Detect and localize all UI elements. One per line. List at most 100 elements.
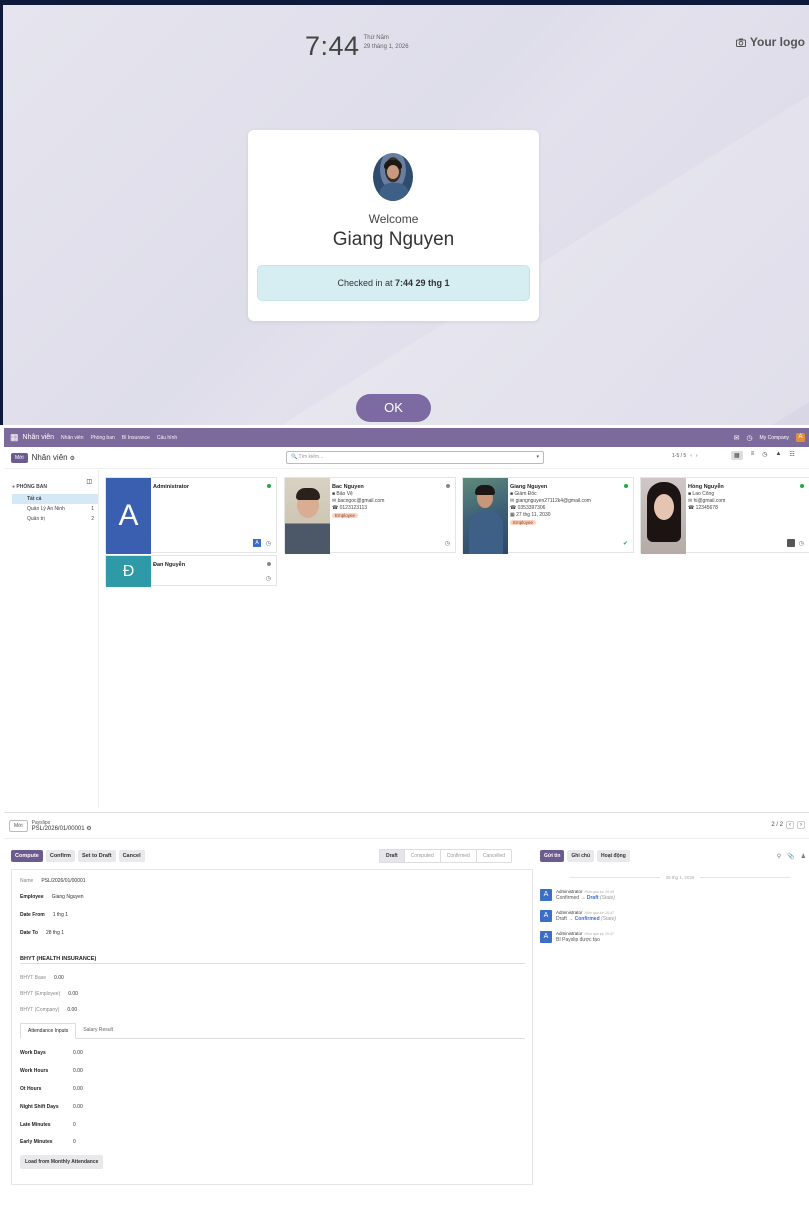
check-icon[interactable]: ✔ — [623, 540, 628, 547]
employee-card[interactable]: Bac Nguyen ■ Bảo Vệ ✉ bacngoc@gmail.com … — [284, 477, 456, 554]
confirm-button[interactable]: Confirm — [45, 850, 75, 862]
new-employee-button[interactable]: Mới — [11, 452, 28, 463]
load-attendance-button[interactable]: Load from Monthly Attendance — [20, 1155, 104, 1169]
employee-card[interactable]: Đ Đan Nguyễn ◷ — [105, 555, 277, 587]
chevron-right-icon[interactable]: › — [797, 821, 805, 829]
employee-card[interactable]: A Administrator A ◷ — [105, 477, 277, 554]
page-title: Nhân viên ⚙ — [32, 453, 75, 462]
status-computed[interactable]: Computed — [405, 850, 441, 862]
chatter-buttons: Gửi tin Ghi chú Hoạt động — [540, 850, 630, 862]
date-to-input[interactable]: 28 thg 1 — [46, 930, 64, 936]
employee-field: Employee Giang Nguyen — [20, 894, 84, 900]
kiosk-weekday: Thứ Năm — [363, 35, 389, 41]
work-hours-field: Work Hours 0.00 — [20, 1068, 83, 1074]
activity-clock-icon[interactable]: ◷ — [266, 575, 271, 582]
compute-button[interactable]: Compute — [11, 850, 43, 862]
payslip-screen: Mới Payslips PSL/2026/01/00001 ⚙ 2 / 2 ‹… — [4, 812, 809, 1217]
status-dot — [267, 484, 271, 488]
menu-nhan-vien[interactable]: Nhân viên — [61, 435, 84, 441]
avatar: A — [540, 910, 552, 922]
activity-clock-icon[interactable]: ◷ — [445, 540, 450, 547]
employee-name: Giang Nguyen — [510, 484, 548, 490]
menu-phong-ban[interactable]: Phòng ban — [91, 435, 115, 441]
chevron-down-icon[interactable]: ▾ — [536, 452, 539, 463]
user-avatar[interactable]: A — [796, 433, 805, 442]
date-to-field: Date To 28 thg 1 — [20, 930, 65, 936]
page-title-text: Nhân viên — [31, 453, 68, 462]
pager: 2 / 2 ‹ › — [771, 821, 805, 829]
apps-menu-icon[interactable]: ▦ — [10, 432, 19, 443]
send-message-button[interactable]: Gửi tin — [540, 850, 565, 862]
status-dot — [446, 484, 450, 488]
chevron-left-icon[interactable]: ‹ — [690, 453, 692, 459]
email-line[interactable]: ✉ hi@gmail.com — [688, 498, 725, 504]
message-time: Hôm qua lúc 20:47 — [584, 911, 614, 915]
department-heading: ● PHÒNG BAN — [12, 484, 47, 490]
ok-button[interactable]: OK — [356, 394, 431, 422]
late-minutes-field: Late Minutes 0 — [20, 1122, 76, 1128]
gear-icon[interactable]: ⚙ — [86, 826, 91, 832]
graph-view-icon[interactable]: ▲ — [775, 451, 781, 460]
employee-input[interactable]: Giang Nguyen — [52, 894, 84, 900]
employee-card[interactable]: Giang Nguyen ■ Giám Đốc ✉ giangnguyen271… — [462, 477, 634, 554]
status-draft[interactable]: Draft — [380, 850, 405, 862]
activity-clock-icon[interactable]: ◷ — [799, 540, 804, 547]
status-confirmed[interactable]: Confirmed — [441, 850, 477, 862]
chevron-left-icon[interactable]: ‹ — [786, 821, 794, 829]
menu-cau-hinh[interactable]: Cấu hình — [157, 435, 177, 441]
name-input[interactable]: PSL/2026/01/00001 — [41, 878, 85, 884]
gear-icon[interactable]: ⚙ — [70, 456, 75, 462]
kanban-view-icon[interactable]: ▦ — [731, 451, 743, 460]
search-icon[interactable]: ⚲ — [777, 853, 781, 860]
phone-icon: ☎ — [688, 505, 695, 511]
department-item-security[interactable]: Quản Lý An Ninh 1 — [12, 504, 98, 514]
app-title[interactable]: Nhân viên — [23, 434, 55, 441]
list-view-icon[interactable]: ≡ — [751, 451, 755, 460]
email-line[interactable]: ✉ bacngoc@gmail.com — [332, 498, 384, 504]
employee-card[interactable]: Hồng Nguyễn ■ Lao Công ✉ hi@gmail.com ☎ … — [640, 477, 809, 554]
menu-insurance[interactable]: BI Insurance — [122, 435, 150, 441]
date-from-input[interactable]: 1 thg 1 — [53, 912, 68, 918]
chat-icon[interactable]: ✉ — [734, 434, 740, 442]
set-to-draft-button[interactable]: Set to Draft — [77, 850, 116, 862]
activity-button[interactable]: Hoạt động — [597, 850, 630, 862]
follower-icon[interactable]: ♟ — [801, 853, 806, 860]
phone-line[interactable]: ☎ 0353397306 — [510, 505, 545, 511]
tab-attendance-inputs[interactable]: Attendance Inputs — [20, 1023, 77, 1039]
date-from-field: Date From 1 thg 1 — [20, 912, 69, 918]
hierarchy-view-icon[interactable]: ☷ — [789, 451, 794, 460]
search-input[interactable]: 🔍 Tìm kiếm... ▾ — [286, 451, 544, 464]
breadcrumb-record: PSL/2026/01/00001 ⚙ — [31, 825, 92, 832]
camera-icon — [735, 38, 746, 47]
cancel-button[interactable]: Cancel — [118, 850, 145, 862]
status-dot — [800, 484, 804, 488]
phone-line[interactable]: ☎ 12345678 — [688, 505, 718, 511]
early-minutes-field: Early Minutes 0 — [20, 1139, 76, 1145]
chevron-right-icon[interactable]: › — [696, 453, 698, 459]
email-line[interactable]: ✉ giangnguyen27112k4@gmail.com — [510, 498, 591, 504]
clock-icon[interactable]: ◷ — [746, 434, 752, 442]
company-name[interactable]: My Company — [760, 435, 789, 441]
name-field: Name PSL/2026/01/00001 — [20, 878, 86, 884]
status-bar: Draft Computed Confirmed Cancelled — [379, 849, 513, 863]
new-payslip-button[interactable]: Mới — [9, 819, 28, 832]
chatter-date-separator: 29 thg 1, 2026 — [560, 875, 800, 880]
action-buttons: Compute Confirm Set to Draft Cancel — [11, 850, 145, 862]
message-author: Administrator — [556, 931, 583, 936]
message-author: Administrator — [556, 889, 583, 894]
department-item-admin[interactable]: Quản trị 2 — [12, 514, 98, 524]
date-line: ▦ 27 thg 11, 2030 — [510, 512, 551, 518]
activity-view-icon[interactable]: ◷ — [762, 451, 767, 460]
log-note-button[interactable]: Ghi chú — [567, 850, 595, 862]
employee-tag: Employee — [510, 520, 537, 525]
message-body: BI Payslip được tạo — [556, 937, 600, 943]
status-cancelled[interactable]: Cancelled — [477, 850, 511, 862]
paperclip-icon[interactable]: 📎 — [787, 853, 794, 860]
department-item-all[interactable]: Tất cả — [12, 494, 98, 504]
tab-salary-result[interactable]: Salary Result — [76, 1023, 120, 1038]
payslip-control-panel: Mới Payslips PSL/2026/01/00001 ⚙ 2 / 2 ‹… — [4, 813, 809, 839]
phone-line[interactable]: ☎ 0123123113 — [332, 505, 367, 511]
panel-toggle-icon[interactable]: ◫ — [86, 478, 92, 485]
checkin-prefix: Checked in at — [337, 278, 393, 288]
activity-clock-icon[interactable]: ◷ — [266, 540, 271, 547]
